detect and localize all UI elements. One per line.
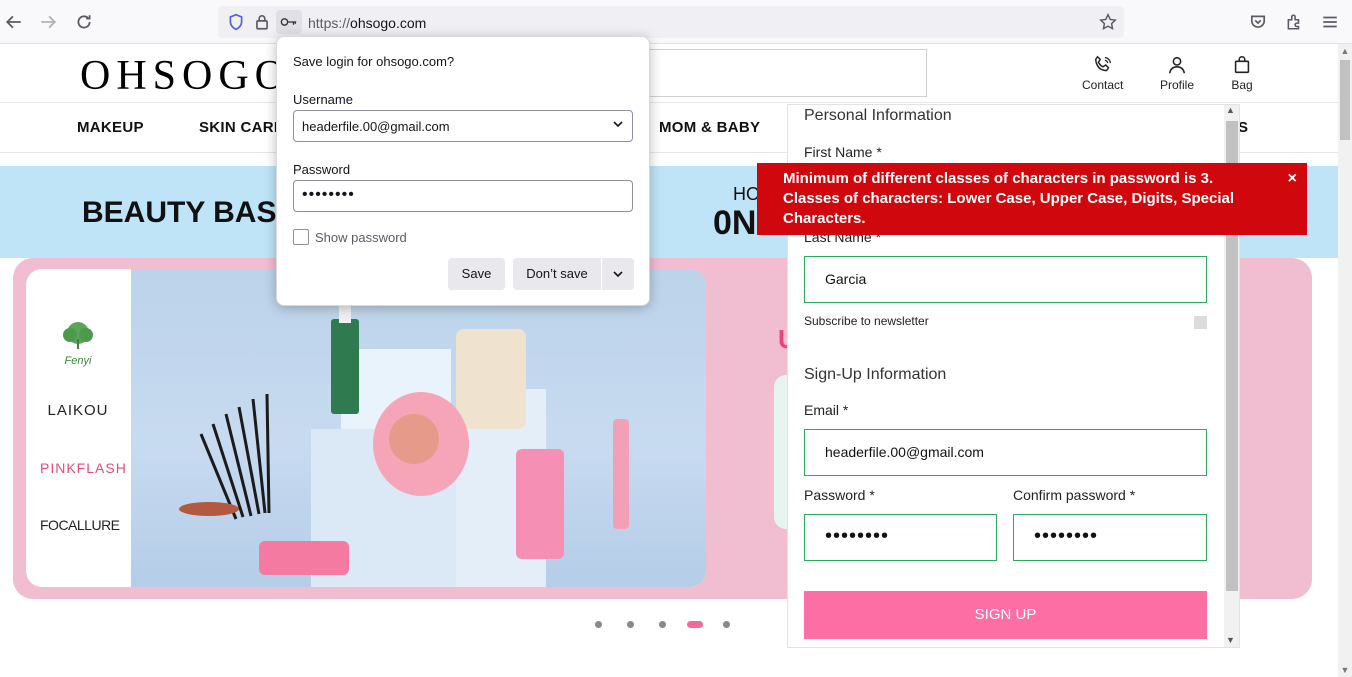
save-button[interactable]: Save [448,258,505,290]
key-icon[interactable] [276,10,302,34]
email-input[interactable]: headerfile.00@gmail.com [804,429,1207,476]
popup-username-field[interactable]: headerfile.00@gmail.com [293,110,633,142]
brand-fenyi: Fenyi [40,321,116,367]
brand-laikou: LAIKOU [47,402,109,419]
bookmark-star-icon[interactable] [1094,8,1122,36]
save-login-popup: Save login for ohsogo.com? Username head… [276,36,650,306]
search-input[interactable] [640,49,927,97]
carousel-dot-5[interactable] [723,621,730,628]
menu-icon[interactable] [1316,8,1344,36]
site-logo[interactable]: OHSOGO [80,52,291,100]
bag-icon [1234,56,1250,74]
profile-link[interactable]: Profile [1160,54,1194,92]
page-scroll-thumb[interactable] [1340,60,1350,140]
brand-focallure: FOCALLURE [40,517,120,533]
nav-skin-care[interactable]: SKIN CARE [199,119,284,136]
chevron-down-icon [613,271,623,278]
newsletter-checkbox[interactable] [1194,316,1207,329]
confirm-password-label: Confirm password * [1013,487,1136,503]
popup-username-label: Username [293,92,353,107]
hero-product-image [131,269,706,587]
promo-title: BEAUTY BASI [82,196,285,229]
signup-info-heading: Sign-Up Information [804,366,947,383]
dont-save-button[interactable]: Don’t save [513,258,601,290]
extensions-icon[interactable] [1280,8,1308,36]
web-page: OHSOGO Contact Profile Bag MAKEUP SKIN C… [0,44,1338,677]
contact-label: Contact [1082,78,1124,92]
show-password-label[interactable]: Show password [315,230,407,245]
bag-label: Bag [1231,78,1253,92]
hero-card: Fenyi LAIKOU PINKFLASH FOCALLURE [26,269,706,587]
promo-side-top: HO [733,184,760,204]
promo-side-big: 0N [713,204,757,242]
chevron-down-icon [613,121,623,128]
carousel-dot-3[interactable] [659,621,666,628]
personal-info-heading: Personal Information [804,107,952,124]
user-icon [1168,56,1186,74]
page-scroll-up-icon[interactable]: ▲ [1338,44,1352,58]
nav-mom-baby[interactable]: MOM & BABY [659,119,760,136]
tracking-shield-icon[interactable] [222,8,250,36]
back-icon[interactable] [0,8,28,36]
bag-link[interactable]: Bag [1231,54,1253,92]
carousel-dot-1[interactable] [595,621,602,628]
url-text: https://ohsogo.com [308,15,427,31]
newsletter-label: Subscribe to newsletter [804,314,929,328]
close-icon[interactable]: × [1288,169,1297,189]
email-label: Email * [804,402,849,418]
password-error-banner: Minimum of different classes of characte… [757,163,1307,235]
password-label: Password * [804,487,875,503]
carousel-dot-4-active[interactable] [687,621,703,628]
pocket-icon[interactable] [1244,8,1272,36]
page-scrollbar[interactable]: ▲ ▼ [1338,44,1352,677]
fenyi-tree-logo-icon [63,322,93,349]
page-scroll-down-icon[interactable]: ▼ [1338,663,1352,677]
browser-toolbar: https://ohsogo.com [0,0,1352,44]
lock-icon[interactable] [248,8,276,36]
header-divider [0,102,1338,103]
reload-icon[interactable] [70,8,98,36]
confirm-password-input[interactable]: •••••••• [1013,514,1207,561]
password-input[interactable]: •••••••• [804,514,997,561]
brand-pinkflash: PINKFLASH [40,460,127,476]
scroll-down-arrow-icon[interactable]: ▼ [1226,635,1235,645]
carousel-dot-2[interactable] [627,621,634,628]
popup-password-field[interactable]: •••••••• [293,180,633,212]
profile-label: Profile [1160,78,1195,92]
forward-icon[interactable] [34,8,62,36]
phone-icon [1094,55,1111,72]
contact-link[interactable]: Contact [1082,54,1123,92]
first-name-label: First Name * [804,144,882,160]
scroll-up-arrow-icon[interactable]: ▲ [1226,105,1235,115]
show-password-checkbox[interactable] [293,229,309,245]
more-options-button[interactable] [602,258,634,290]
popup-password-label: Password [293,162,351,177]
popup-username-value: headerfile.00@gmail.com [302,119,450,134]
popup-title: Save login for ohsogo.com? [293,54,455,69]
nav-makeup[interactable]: MAKEUP [77,119,144,136]
error-message: Minimum of different classes of characte… [783,170,1235,227]
url-bar[interactable]: https://ohsogo.com [218,6,1124,38]
last-name-input[interactable]: Garcia [804,256,1207,303]
sign-up-button[interactable]: SIGN UP [804,591,1207,639]
